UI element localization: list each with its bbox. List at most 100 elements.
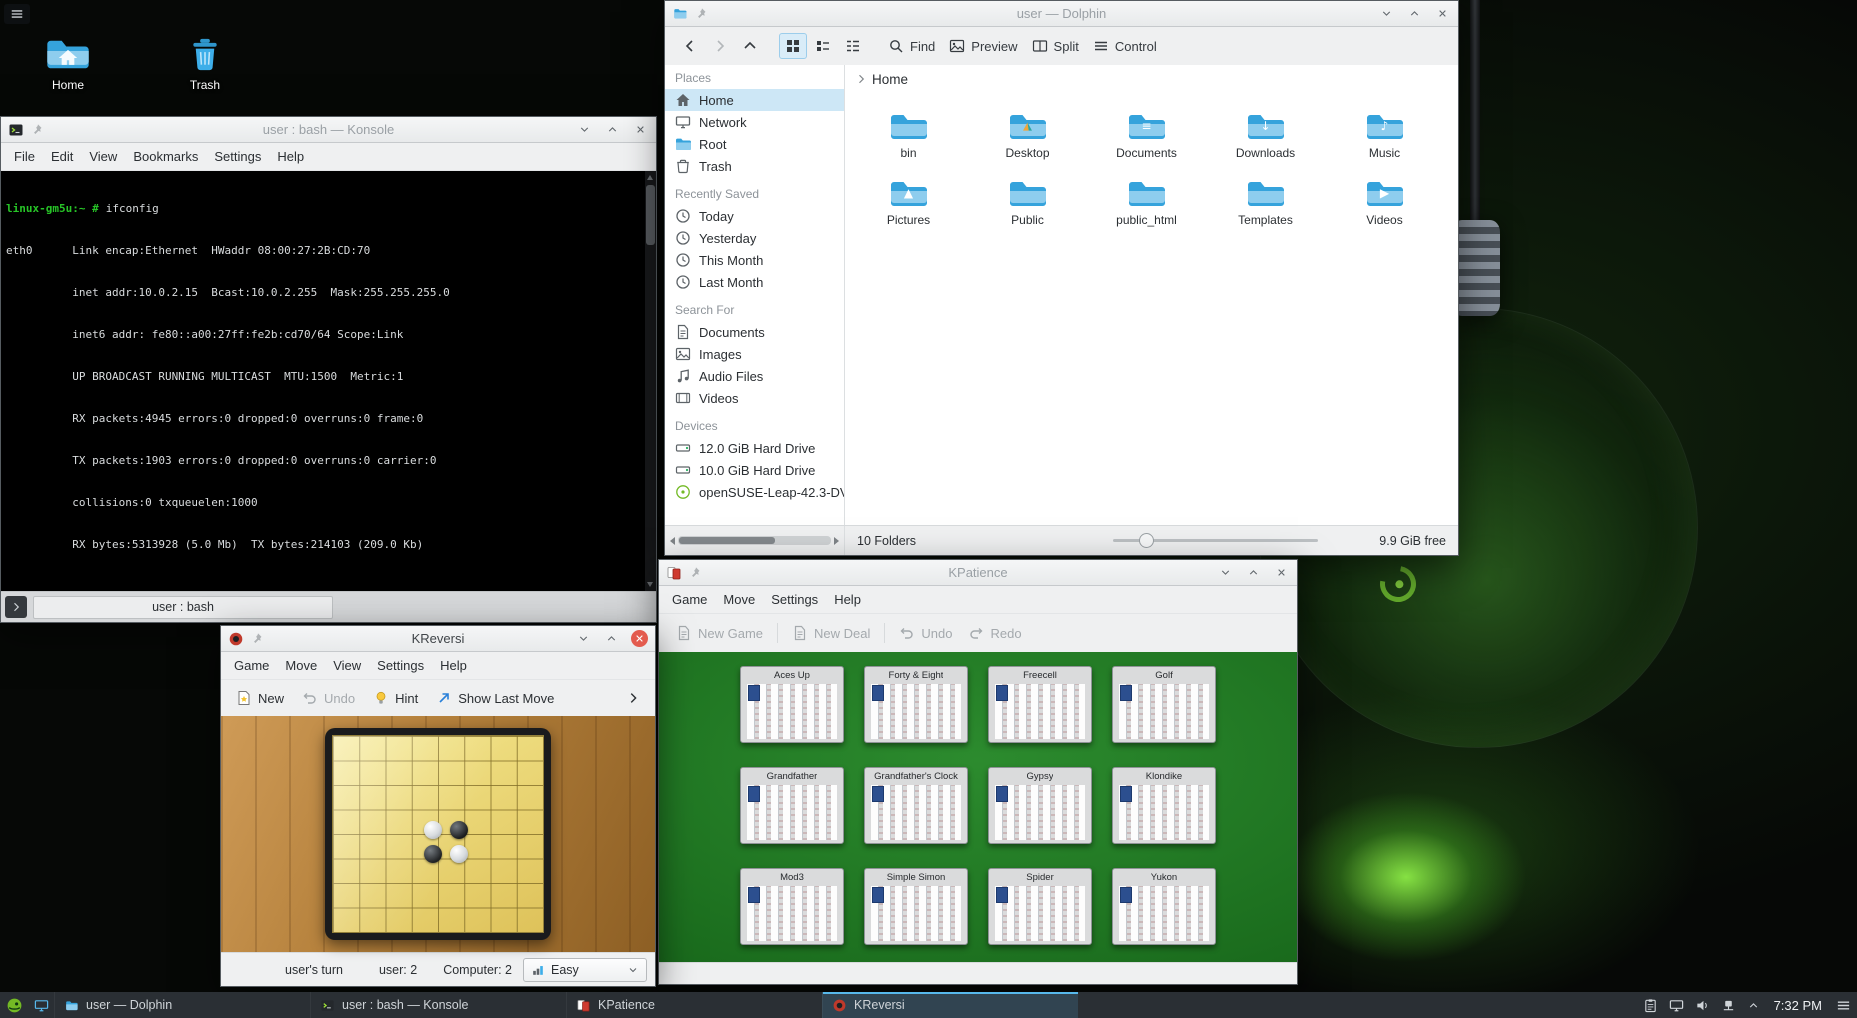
forward-button[interactable]: [705, 33, 735, 59]
menu-game[interactable]: Game: [664, 588, 715, 611]
maximize-button[interactable]: [603, 630, 620, 647]
scrollbar-track[interactable]: [678, 536, 831, 545]
clock[interactable]: 7:32 PM: [1774, 998, 1822, 1013]
recent-last-month[interactable]: Last Month: [665, 271, 844, 293]
game-tile-grandfathers-clock[interactable]: Grandfather's Clock: [864, 767, 968, 844]
close-button[interactable]: [632, 121, 649, 138]
game-tile-aces-up[interactable]: Aces Up: [740, 666, 844, 743]
minimize-button[interactable]: [575, 630, 592, 647]
scroll-left-arrow[interactable]: [670, 536, 675, 545]
details-view-button[interactable]: [839, 33, 867, 59]
redo-button[interactable]: Redo: [961, 620, 1028, 646]
places-network[interactable]: Network: [665, 111, 844, 133]
new-game-button[interactable]: New Game: [669, 620, 770, 646]
maximize-button[interactable]: [1406, 5, 1423, 22]
menu-view[interactable]: View: [81, 145, 125, 168]
menu-settings[interactable]: Settings: [206, 145, 269, 168]
breadcrumb-home[interactable]: Home: [872, 72, 908, 87]
recent-yesterday[interactable]: Yesterday: [665, 227, 844, 249]
difficulty-select[interactable]: Easy: [523, 957, 647, 982]
zoom-slider-handle[interactable]: [1139, 533, 1154, 548]
places-trash[interactable]: Trash: [665, 155, 844, 177]
menu-help[interactable]: Help: [432, 654, 475, 677]
folder-music[interactable]: ♪ Music: [1325, 111, 1444, 178]
terminal-output[interactable]: linux-gm5u:~ # ifconfig eth0 Link encap:E…: [1, 171, 656, 591]
places-home[interactable]: Home: [665, 89, 844, 111]
folder-pictures[interactable]: ▲ Pictures: [849, 178, 968, 245]
kreversi-titlebar[interactable]: KReversi: [221, 626, 655, 652]
taskbar-task-kreversi[interactable]: KReversi: [822, 992, 1078, 1018]
menu-view[interactable]: View: [325, 654, 369, 677]
scrollbar-thumb[interactable]: [646, 185, 655, 245]
scroll-down-arrow[interactable]: [647, 582, 653, 587]
search-documents[interactable]: Documents: [665, 321, 844, 343]
pin-icon[interactable]: [695, 7, 709, 21]
recent-this-month[interactable]: This Month: [665, 249, 844, 271]
game-tile-klondike[interactable]: Klondike: [1112, 767, 1216, 844]
menu-edit[interactable]: Edit: [43, 145, 81, 168]
menu-settings[interactable]: Settings: [763, 588, 826, 611]
reversi-board[interactable]: [325, 728, 551, 940]
volume-icon[interactable]: [1695, 998, 1710, 1013]
network-icon[interactable]: [1721, 998, 1736, 1013]
konsole-titlebar[interactable]: user : bash — Konsole: [1, 117, 656, 143]
tray-expander-icon[interactable]: [1747, 999, 1760, 1012]
game-tile-gypsy[interactable]: Gypsy: [988, 767, 1092, 844]
show-last-move-button[interactable]: Show Last Move: [429, 685, 561, 711]
find-button[interactable]: Find: [881, 33, 942, 59]
game-tile-simple-simon[interactable]: Simple Simon: [864, 868, 968, 945]
menu-game[interactable]: Game: [226, 654, 277, 677]
new-deal-button[interactable]: New Deal: [785, 620, 877, 646]
terminal-scrollbar[interactable]: [645, 171, 656, 591]
scrollbar-thumb[interactable]: [679, 537, 775, 544]
hint-button[interactable]: Hint: [366, 685, 425, 711]
close-button[interactable]: [1434, 5, 1451, 22]
konsole-tab[interactable]: user : bash: [33, 595, 333, 619]
minimize-button[interactable]: [1378, 5, 1395, 22]
game-tile-spider[interactable]: Spider: [988, 868, 1092, 945]
close-button[interactable]: [1273, 564, 1290, 581]
folder-documents[interactable]: ≡ Documents: [1087, 111, 1206, 178]
search-audio-files[interactable]: Audio Files: [665, 365, 844, 387]
up-button[interactable]: [735, 33, 765, 59]
back-button[interactable]: [675, 33, 705, 59]
game-tile-mod3[interactable]: Mod3: [740, 868, 844, 945]
minimize-button[interactable]: [576, 121, 593, 138]
breadcrumb[interactable]: Home: [845, 65, 1458, 93]
folder-grid[interactable]: bin Desktop ≡ Documents ↓ Downloads ♪ Music…: [845, 93, 1458, 525]
places-root[interactable]: Root: [665, 133, 844, 155]
recent-today[interactable]: Today: [665, 205, 844, 227]
taskbar-task-dolphin[interactable]: user — Dolphin: [54, 992, 310, 1018]
pin-icon[interactable]: [31, 123, 45, 137]
search-images[interactable]: Images: [665, 343, 844, 365]
game-tile-freecell[interactable]: Freecell: [988, 666, 1092, 743]
folder-videos[interactable]: ▶ Videos: [1325, 178, 1444, 245]
desktop-icon-home[interactable]: Home: [29, 36, 107, 92]
minimize-button[interactable]: [1217, 564, 1234, 581]
scroll-right-arrow[interactable]: [834, 536, 839, 545]
new-button[interactable]: New: [229, 685, 291, 711]
close-button[interactable]: [631, 630, 648, 647]
folder-downloads[interactable]: ↓ Downloads: [1206, 111, 1325, 178]
search-videos[interactable]: Videos: [665, 387, 844, 409]
game-tile-yukon[interactable]: Yukon: [1112, 868, 1216, 945]
toolbar-overflow-chevron[interactable]: [619, 686, 647, 710]
desktop-icon-trash[interactable]: Trash: [166, 36, 244, 92]
display-icon[interactable]: [1669, 998, 1684, 1013]
show-desktop-button[interactable]: [28, 992, 54, 1018]
zoom-slider[interactable]: [1113, 526, 1318, 555]
device-hard-drive-10[interactable]: 10.0 GiB Hard Drive: [665, 459, 844, 481]
preview-button[interactable]: Preview: [942, 33, 1024, 59]
game-tile-grandfather[interactable]: Grandfather: [740, 767, 844, 844]
compact-view-button[interactable]: [809, 33, 837, 59]
folder-bin[interactable]: bin: [849, 111, 968, 178]
maximize-button[interactable]: [1245, 564, 1262, 581]
undo-button[interactable]: Undo: [892, 620, 959, 646]
menu-help[interactable]: Help: [269, 145, 312, 168]
folder-desktop[interactable]: Desktop: [968, 111, 1087, 178]
control-button[interactable]: Control: [1086, 33, 1164, 59]
kpatience-titlebar[interactable]: KPatience: [659, 560, 1297, 586]
menu-bookmarks[interactable]: Bookmarks: [125, 145, 206, 168]
desktop-toolbox-icon[interactable]: [4, 4, 30, 24]
menu-move[interactable]: Move: [715, 588, 763, 611]
